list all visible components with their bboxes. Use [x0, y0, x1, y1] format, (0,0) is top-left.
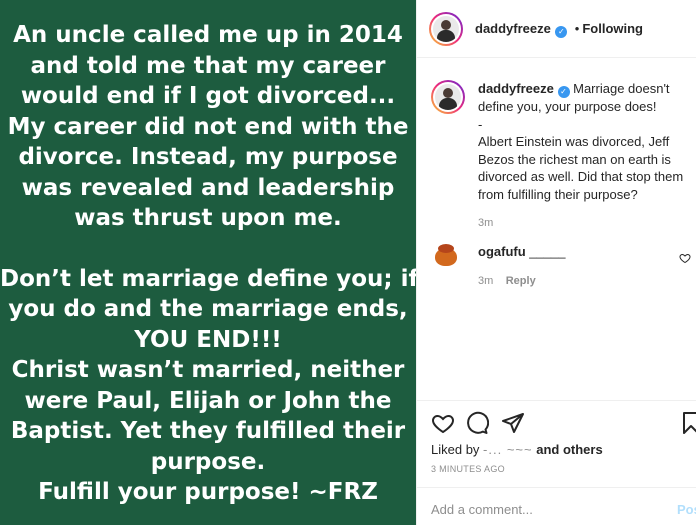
post-text-line: An uncle called me up in 2014 [13, 22, 403, 48]
author-avatar[interactable] [429, 12, 463, 46]
post-comment-button[interactable]: Post [677, 502, 696, 517]
post-text-line: you do and the marriage ends, [8, 296, 408, 322]
liked-by-suffix: and others [536, 442, 603, 457]
liked-by-text[interactable]: Liked by -... ~~~ and others [431, 442, 603, 457]
post-text-line: Don’t let marriage define you; if [0, 265, 419, 292]
caption-timestamp[interactable]: 3m [478, 215, 693, 233]
comment-timestamp[interactable]: 3m [478, 275, 493, 287]
separator-dot: • [574, 21, 580, 36]
comment-content: ogafufu _____ [478, 244, 565, 259]
caption-body-2: - [478, 116, 483, 132]
post-text-line: were Paul, Elijah or John the [24, 387, 392, 414]
post-age[interactable]: 3 MINUTES AGO [431, 464, 505, 474]
post-text-line: would end if I got divorced... [20, 83, 396, 109]
commenter-avatar[interactable] [431, 240, 461, 270]
like-heart-icon[interactable] [431, 411, 455, 435]
post-side-panel: daddyfreeze ✓ • Following daddyfreeze ✓ M… [416, 0, 696, 525]
liked-by-obscured-names: -... ~~~ [483, 442, 533, 457]
caption-text: daddyfreeze ✓ Marriage doesn't define yo… [478, 80, 693, 233]
post-text-line: Christ wasn’t married, neither [11, 357, 405, 383]
verified-badge-icon: ✓ [555, 26, 568, 38]
post-text-line: My career did not end with the [7, 113, 409, 140]
add-comment-input[interactable]: Add a comment... [431, 502, 533, 517]
comment-icon[interactable] [465, 411, 489, 435]
post-text-line: and told me that my career [30, 52, 386, 79]
post-text-line: Fulfill your purpose! ~FRZ [38, 479, 378, 505]
comment-meta: 3m Reply [478, 271, 536, 289]
post-text-part-2: Don’t let marriage define you; if you do… [0, 264, 419, 508]
share-icon[interactable] [501, 411, 525, 435]
header-meta: daddyfreeze ✓ • Following [475, 20, 643, 38]
post-text-part-1: An uncle called me up in 2014 and told m… [0, 20, 416, 234]
post-text-line: purpose. [150, 448, 266, 475]
comment-username[interactable]: ogafufu [478, 244, 526, 259]
post-text-line: YOU END!!! [134, 326, 282, 353]
caption-username[interactable]: daddyfreeze [478, 81, 554, 96]
post-image: An uncle called me up in 2014 and told m… [0, 0, 419, 525]
comment-text: _____ [529, 244, 566, 259]
reply-button[interactable]: Reply [506, 275, 536, 287]
liked-by-prefix: Liked by [431, 442, 480, 457]
following-button[interactable]: Following [582, 21, 643, 36]
post-header: daddyfreeze ✓ • Following [417, 0, 696, 58]
post-text-line: was thrust upon me. [74, 205, 342, 231]
caption-author-avatar[interactable] [431, 80, 465, 114]
post-actions: Liked by -... ~~~ and others 3 MINUTES A… [417, 400, 696, 480]
post-text-line: divorce. Instead, my purpose [18, 144, 398, 170]
post-text-line: Baptist. Yet they fulfilled their [10, 418, 406, 444]
add-comment-bar: Add a comment... Post [417, 487, 696, 525]
save-bookmark-icon[interactable] [679, 411, 696, 435]
verified-badge-icon: ✓ [557, 86, 570, 98]
comment-like-heart-icon[interactable] [679, 252, 691, 264]
post-text-line: was revealed and leadership [21, 174, 395, 201]
caption-body-3: Albert Einstein was divorced, Jeff Bezos… [478, 134, 684, 202]
header-username[interactable]: daddyfreeze [475, 21, 551, 36]
